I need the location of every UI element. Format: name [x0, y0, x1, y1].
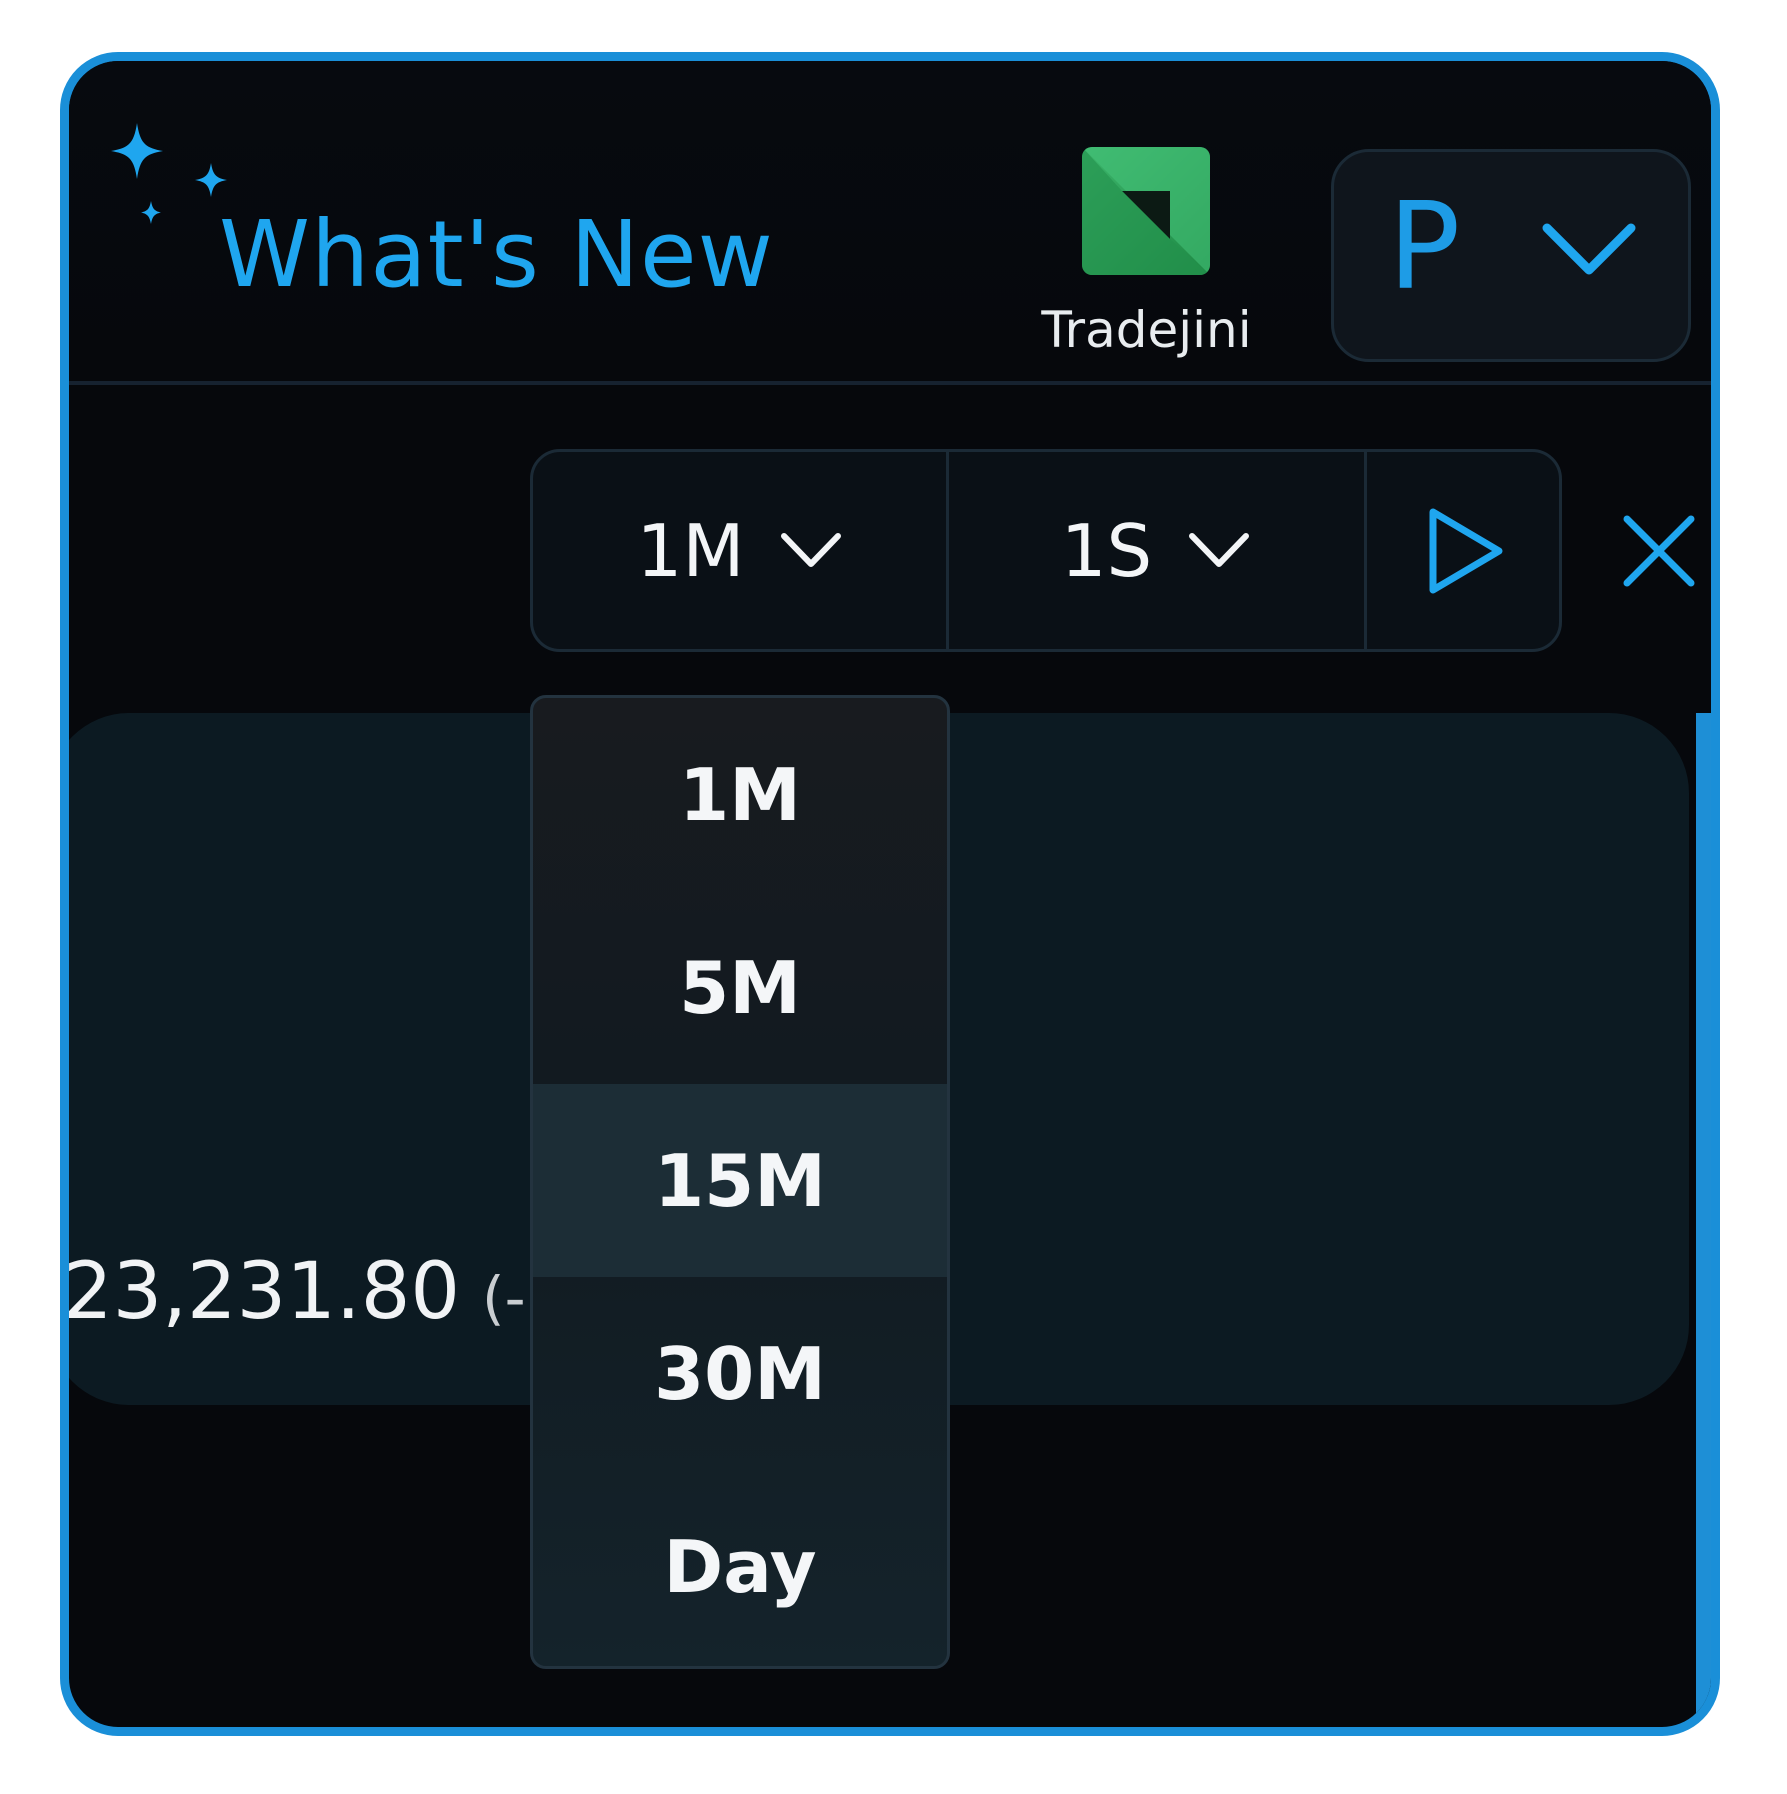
interval-option-day[interactable]: Day: [533, 1470, 947, 1663]
broker-logo-mark: [1082, 147, 1210, 275]
speed-dropdown[interactable]: 1S: [949, 452, 1364, 649]
price-value: 23,231.80: [63, 1247, 460, 1337]
chevron-down-icon: [781, 532, 842, 567]
profile-avatar: P: [1388, 178, 1461, 317]
interval-menu: 1M 5M 15M 30M Day: [530, 695, 950, 1669]
price-readout: 23,231.80 (-: [63, 1247, 526, 1337]
header-divider: [69, 381, 1711, 385]
interval-option-30m[interactable]: 30M: [533, 1277, 947, 1470]
replay-controls: 1M 1S: [530, 449, 1562, 652]
close-button[interactable]: [1621, 513, 1697, 593]
close-icon: [1623, 515, 1695, 587]
chevron-down-icon: [1189, 532, 1250, 567]
speed-value: 1S: [1060, 508, 1153, 593]
interval-value: 1M: [636, 508, 745, 593]
scrollbar[interactable]: [1696, 713, 1711, 1727]
play-icon: [1429, 508, 1502, 593]
interval-dropdown[interactable]: 1M: [533, 452, 948, 649]
top-bar: What's New Tradejini P: [69, 61, 1711, 384]
interval-option-5m[interactable]: 5M: [533, 891, 947, 1084]
play-button[interactable]: [1367, 452, 1562, 649]
interval-option-1m[interactable]: 1M: [533, 698, 947, 891]
whats-new-label: What's New: [219, 201, 774, 308]
price-change: (-: [481, 1264, 526, 1332]
app-window: What's New Tradejini P 23,231.80 (- 1M 1…: [60, 52, 1720, 1736]
broker-name: Tradejini: [1041, 301, 1252, 359]
profile-menu-button[interactable]: P: [1331, 149, 1691, 362]
chevron-down-icon: [1542, 223, 1636, 275]
interval-option-15m[interactable]: 15M: [533, 1084, 947, 1277]
broker-logo: [1082, 147, 1210, 275]
